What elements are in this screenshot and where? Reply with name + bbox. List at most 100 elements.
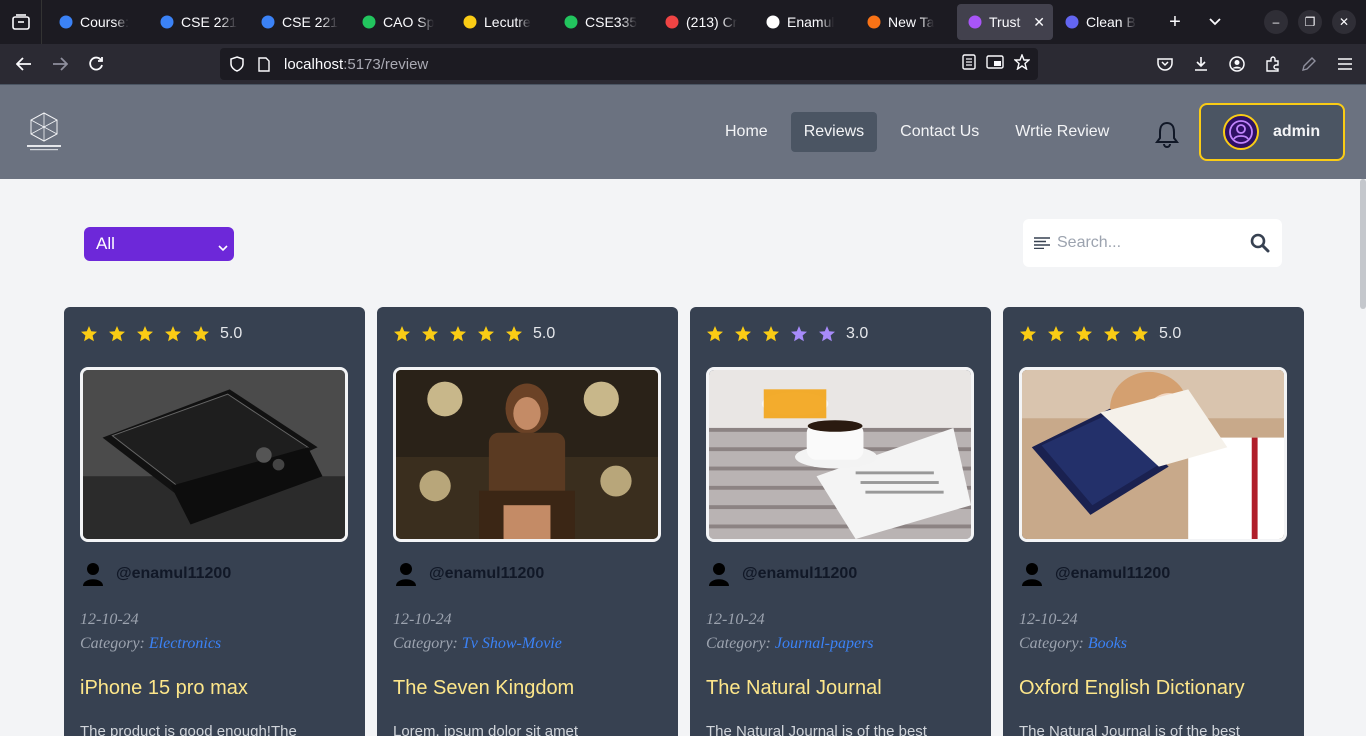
author-handle[interactable]: @enamul11200 [429, 565, 544, 583]
review-card[interactable]: 5.0 @enamul11200 12-10-24 Category: Tv Show… [377, 307, 678, 736]
star-icon [137, 326, 153, 342]
address-bar[interactable]: localhost:5173/review [220, 48, 1038, 80]
nav-link[interactable]: Wrtie Review [1002, 112, 1122, 152]
browser-tab[interactable]: Lecutre [452, 4, 552, 40]
review-category: Category: Books [1019, 635, 1127, 653]
browser-tab-title: Enamul [787, 14, 835, 30]
category-link[interactable]: Books [1088, 635, 1127, 652]
drive-icon [361, 14, 377, 30]
star-icon [394, 326, 410, 342]
author-handle[interactable]: @enamul11200 [1055, 565, 1170, 583]
nav-link[interactable]: Home [712, 112, 781, 152]
category-link[interactable]: Tv Show-Movie [462, 635, 562, 652]
browser-tab[interactable]: (213) Cr [654, 4, 754, 40]
star-icon [81, 326, 97, 342]
author-handle[interactable]: @enamul11200 [742, 565, 857, 583]
nav-link[interactable]: Contact Us [887, 112, 992, 152]
category-link[interactable]: Journal-papers [775, 635, 874, 652]
github-icon [765, 14, 781, 30]
picture-in-picture-icon[interactable] [986, 55, 1004, 73]
star-icon [1076, 326, 1092, 342]
category-label: Category: [706, 635, 771, 652]
review-author: @enamul11200 [82, 562, 231, 586]
nav-link[interactable]: Reviews [790, 112, 878, 152]
category-filter-select[interactable]: All [84, 227, 234, 261]
edit-icon[interactable] [1296, 51, 1322, 77]
chevron-down-icon [218, 237, 228, 257]
close-window-icon[interactable]: ✕ [1332, 10, 1356, 34]
page-icon[interactable] [258, 56, 272, 72]
category-label: Category: [393, 635, 458, 652]
browser-tab[interactable]: CSE 221 [250, 4, 350, 40]
review-date: 12-10-24 [80, 611, 139, 628]
browser-tab[interactable]: CSE335 [553, 4, 653, 40]
review-excerpt: The product is good enough!The [80, 723, 297, 736]
window-controls: – ❐ ✕ [1264, 10, 1356, 34]
page-scrollbar[interactable] [1360, 179, 1366, 309]
review-excerpt: Lorem, ipsum dolor sit amet [393, 723, 579, 736]
shield-icon [1064, 14, 1080, 30]
restore-icon[interactable]: ❐ [1298, 10, 1322, 34]
pocket-icon[interactable] [1152, 51, 1178, 77]
user-name: admin [1273, 123, 1321, 140]
extensions-icon[interactable] [1260, 51, 1286, 77]
downloads-icon[interactable] [1188, 51, 1214, 77]
list-all-tabs-icon[interactable] [1199, 6, 1231, 38]
review-image[interactable] [1019, 367, 1287, 542]
tab-overview-icon[interactable] [0, 0, 42, 44]
account-icon[interactable] [1224, 51, 1250, 77]
back-icon[interactable] [6, 48, 42, 80]
forward-icon[interactable] [42, 48, 78, 80]
user-menu-button[interactable]: admin [1199, 103, 1345, 161]
star-icon [791, 326, 807, 342]
author-handle[interactable]: @enamul11200 [116, 565, 231, 583]
browser-tab[interactable]: Clean B [1054, 4, 1154, 40]
review-title[interactable]: iPhone 15 pro max [80, 677, 248, 700]
star-icon [450, 326, 466, 342]
reader-view-icon[interactable] [962, 54, 976, 74]
bell-icon[interactable] [1152, 119, 1182, 149]
moodle-icon [260, 14, 276, 30]
browser-tab-title: CAO Sp [383, 14, 435, 30]
browser-tab[interactable]: Trust ✕ [957, 4, 1053, 40]
vite-icon [967, 14, 983, 30]
main-nav: Home Reviews Contact Us Wrtie Review [712, 112, 1132, 152]
star-icon [1020, 326, 1036, 342]
review-category: Category: Tv Show-Movie [393, 635, 562, 653]
review-image[interactable] [706, 367, 974, 542]
site-logo[interactable] [24, 109, 64, 153]
rating-value: 3.0 [846, 325, 869, 342]
search-icon[interactable] [1250, 233, 1270, 258]
close-tab-icon[interactable]: ✕ [1033, 14, 1045, 31]
shield-icon[interactable] [230, 56, 246, 72]
review-image[interactable] [80, 367, 348, 542]
review-card[interactable]: 5.0 @enamul11200 12-10-24 Category: Electro… [64, 307, 365, 736]
browser-nav-bar: localhost:5173/review [0, 44, 1366, 84]
review-title[interactable]: Oxford English Dictionary [1019, 677, 1245, 700]
browser-tab[interactable]: Enamul [755, 4, 855, 40]
browser-tab-title: Trust [989, 14, 1021, 30]
user-icon [83, 563, 103, 586]
search-input[interactable] [1057, 234, 1237, 252]
minimize-icon[interactable]: – [1264, 10, 1288, 34]
search-box [1023, 219, 1282, 267]
rating-value: 5.0 [1159, 325, 1182, 342]
review-image[interactable] [393, 367, 661, 542]
star-icon [819, 326, 835, 342]
browser-tab[interactable]: CSE 221 [149, 4, 249, 40]
new-tab-button[interactable]: + [1159, 6, 1191, 38]
review-date: 12-10-24 [1019, 611, 1078, 628]
firefox-icon [866, 14, 882, 30]
tab-strip: Course: CSE 221 CSE 221 CAO Sp Lecutre CSE335… [42, 0, 1155, 44]
browser-tab[interactable]: CAO Sp [351, 4, 451, 40]
review-card[interactable]: 3.0 @enamul11200 12-10-24 Category: Journal… [690, 307, 991, 736]
menu-icon[interactable] [1332, 51, 1358, 77]
review-title[interactable]: The Seven Kingdom [393, 677, 574, 700]
review-title[interactable]: The Natural Journal [706, 677, 882, 700]
category-link[interactable]: Electronics [149, 635, 221, 652]
reload-icon[interactable] [78, 48, 114, 80]
browser-tab[interactable]: New Ta [856, 4, 956, 40]
review-card[interactable]: 5.0 @enamul11200 12-10-24 Category: Books Ox… [1003, 307, 1304, 736]
browser-tab[interactable]: Course: [48, 4, 148, 40]
bookmark-star-icon[interactable] [1013, 53, 1031, 74]
